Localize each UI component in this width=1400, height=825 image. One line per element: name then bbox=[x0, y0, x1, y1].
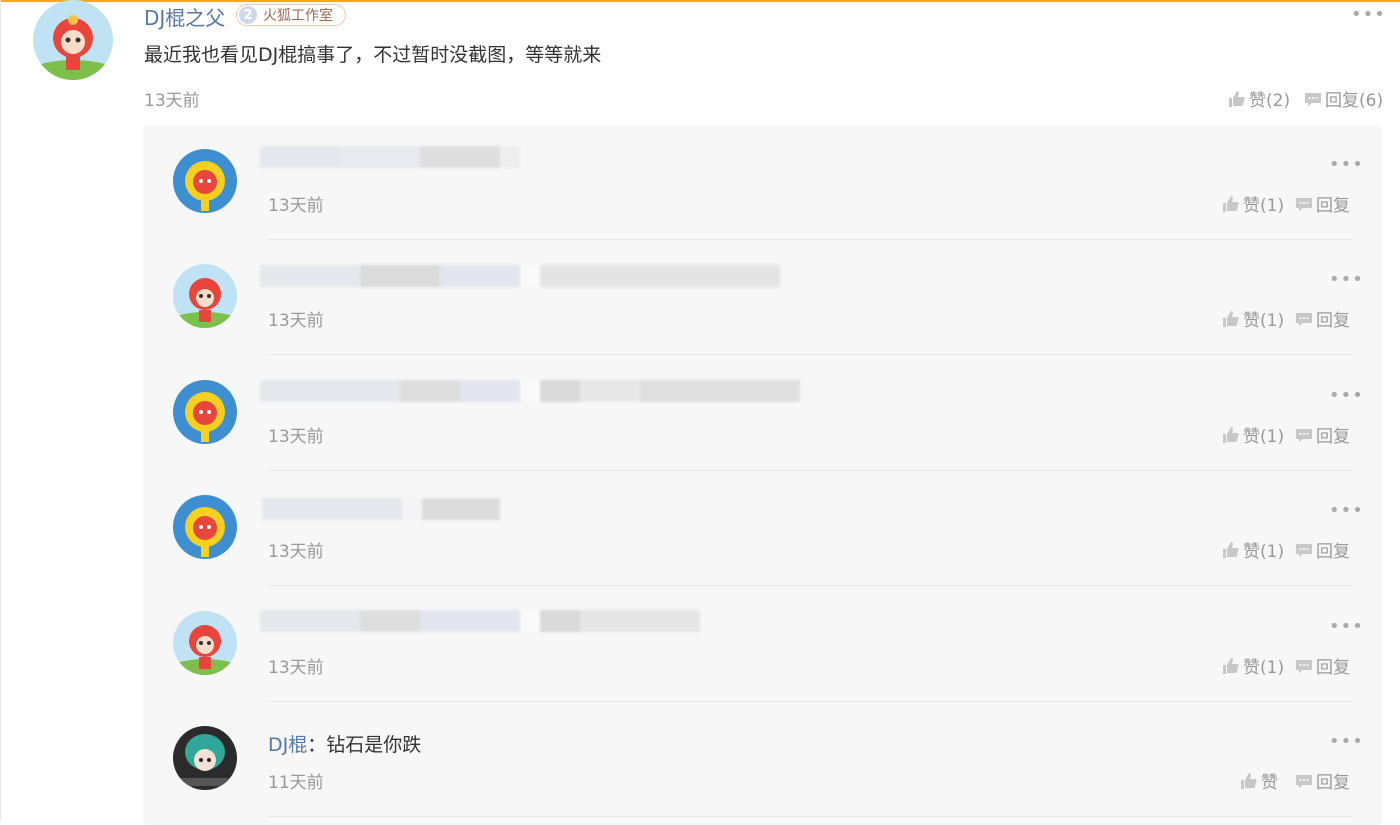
thumbs-up-icon bbox=[1223, 657, 1239, 674]
reply-bubble-icon bbox=[1296, 312, 1312, 326]
reply-separator: ： bbox=[307, 734, 327, 756]
reply-reply-button[interactable]: 回复 bbox=[1295, 537, 1350, 562]
blurred-reply-content bbox=[262, 498, 500, 520]
reply-like-button[interactable]: 赞(1) bbox=[1222, 653, 1284, 678]
thumbs-up-icon bbox=[1223, 195, 1239, 212]
reply-like-button[interactable]: 赞(1) bbox=[1222, 422, 1284, 447]
reply-time: 13天前 bbox=[268, 196, 324, 216]
reply-like-button[interactable]: 赞(1) bbox=[1222, 191, 1284, 216]
main-comment-username[interactable]: DJ棍之父 bbox=[144, 2, 225, 31]
reply-reply-button[interactable]: 回复 bbox=[1295, 653, 1350, 678]
reply-bubble-icon bbox=[1296, 543, 1312, 557]
reply-reply-button[interactable]: 回复 bbox=[1295, 306, 1350, 331]
thumbs-up-icon bbox=[1223, 310, 1239, 327]
reply-like-button[interactable]: 赞(1) bbox=[1222, 306, 1284, 331]
blurred-reply-content bbox=[260, 146, 520, 168]
reply-reply-button[interactable]: 回复 bbox=[1295, 422, 1350, 447]
thumbs-up-icon bbox=[1223, 541, 1239, 558]
reply-text-line: DJ棍：钻石是你跌 bbox=[268, 730, 421, 757]
reply-like-button[interactable]: 赞(1) bbox=[1222, 537, 1284, 562]
reply-reply-button[interactable]: 回复 bbox=[1295, 191, 1350, 216]
badge-label: 火狐工作室 bbox=[263, 8, 333, 24]
reply-divider bbox=[268, 239, 1352, 240]
more-icon[interactable]: ••• bbox=[1351, 4, 1386, 25]
reply-avatar[interactable] bbox=[173, 611, 237, 675]
reply-bubble-icon bbox=[1296, 659, 1312, 673]
thumbs-up-icon bbox=[1241, 772, 1257, 789]
reply-time: 13天前 bbox=[268, 542, 324, 562]
reply-divider bbox=[268, 354, 1352, 355]
more-icon[interactable]: ••• bbox=[1329, 385, 1364, 406]
badge-level-icon: 2 bbox=[239, 6, 257, 24]
left-border bbox=[0, 0, 1, 820]
reply-time: 13天前 bbox=[268, 311, 324, 331]
main-like-button[interactable]: 赞(2) bbox=[1228, 86, 1290, 111]
more-icon[interactable]: ••• bbox=[1329, 269, 1364, 290]
reply-avatar[interactable] bbox=[173, 264, 237, 328]
more-icon[interactable]: ••• bbox=[1329, 500, 1364, 521]
reply-time: 11天前 bbox=[268, 773, 324, 793]
user-badge[interactable]: 2 火狐工作室 bbox=[236, 4, 346, 26]
more-icon[interactable]: ••• bbox=[1329, 154, 1364, 175]
main-comment-text: 最近我也看见DJ棍搞事了，不过暂时没截图，等等就来 bbox=[144, 44, 602, 66]
thumbs-up-icon bbox=[1229, 90, 1245, 107]
reply-bubble-icon bbox=[1296, 428, 1312, 442]
more-icon[interactable]: ••• bbox=[1329, 731, 1364, 752]
main-reply-button[interactable]: 回复(6) bbox=[1304, 86, 1383, 111]
blurred-reply-content bbox=[260, 610, 700, 632]
reply-time: 13天前 bbox=[268, 658, 324, 678]
reply-username[interactable]: DJ棍 bbox=[268, 734, 307, 756]
reply-avatar[interactable] bbox=[173, 149, 237, 213]
replies-container bbox=[143, 125, 1382, 825]
reply-text: 钻石是你跌 bbox=[326, 734, 422, 756]
reply-avatar[interactable] bbox=[173, 380, 237, 444]
reply-bubble-icon bbox=[1305, 92, 1321, 106]
reply-time: 13天前 bbox=[268, 427, 324, 447]
reply-divider bbox=[268, 701, 1352, 702]
reply-divider bbox=[268, 585, 1352, 586]
main-comment-time: 13天前 bbox=[144, 91, 200, 111]
reply-divider bbox=[268, 816, 1352, 817]
reply-like-button[interactable]: 赞 bbox=[1240, 768, 1278, 793]
reply-avatar[interactable] bbox=[173, 726, 237, 790]
thumbs-up-icon bbox=[1223, 426, 1239, 443]
reply-avatar[interactable] bbox=[173, 495, 237, 559]
main-comment-avatar[interactable] bbox=[33, 0, 113, 80]
blurred-reply-content bbox=[260, 265, 780, 287]
reply-bubble-icon bbox=[1296, 197, 1312, 211]
reply-bubble-icon bbox=[1296, 774, 1312, 788]
reply-reply-button[interactable]: 回复 bbox=[1295, 768, 1350, 793]
reply-divider bbox=[268, 470, 1352, 471]
blurred-reply-content bbox=[260, 380, 800, 402]
more-icon[interactable]: ••• bbox=[1329, 616, 1364, 637]
